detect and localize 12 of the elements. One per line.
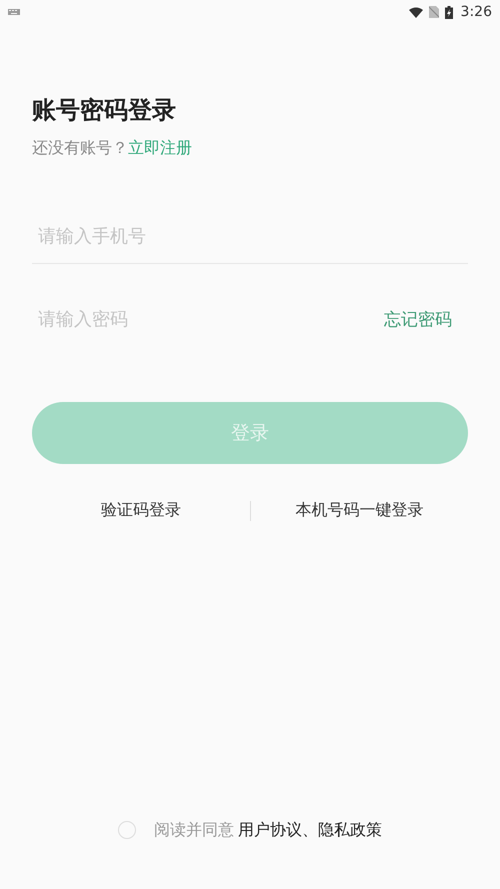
wifi-icon [408,6,423,18]
login-option-link[interactable]: 验证码登录 [100,500,181,521]
agreement-checkbox[interactable] [118,821,136,839]
clock: 3:26 [460,4,492,20]
register-prompt: 还没有账号？ [32,138,128,159]
keyboard-icon [8,9,20,15]
no-sim-icon [428,6,439,18]
login-option-link[interactable]: 本机号码一键登录 [295,500,424,521]
agreement-text: 阅读并同意 [154,820,234,840]
page-title: 账号密码登录 [32,95,177,126]
battery-charging-icon [444,6,453,18]
agreement-links[interactable]: 用户协议、隐私政策 [238,820,382,840]
